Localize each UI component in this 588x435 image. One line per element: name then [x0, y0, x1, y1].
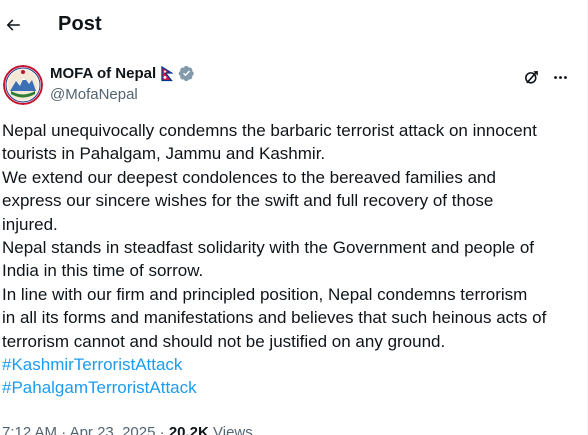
hashtag-link[interactable]: #PahalgamTerroristAttack: [2, 376, 584, 399]
grok-icon: [524, 70, 538, 84]
views-label: Views: [213, 424, 253, 435]
hashtag-link[interactable]: #KashmirTerroristAttack: [2, 353, 584, 376]
author-name-row: MOFA of Nepal: [50, 65, 195, 82]
mofa-emblem-icon: [3, 65, 43, 105]
post-text-line: terrorism cannot and should not be justi…: [2, 331, 446, 351]
arrow-left-icon: [6, 19, 20, 31]
post-text-line: India in this time of sorrow.: [2, 261, 204, 281]
top-bar: Post: [0, 0, 587, 52]
back-button[interactable]: [2, 12, 24, 38]
more-icon: [553, 75, 567, 79]
author-handle[interactable]: @MofaNepal: [50, 86, 138, 103]
verified-badge-icon[interactable]: [178, 65, 195, 82]
post-text-line: in all its forms and manifestations and …: [2, 308, 547, 328]
post-date[interactable]: Apr 23, 2025: [70, 424, 156, 435]
grok-button[interactable]: [520, 66, 542, 88]
post-metadata: 7:12 AM · Apr 23, 2025 · 20.2K Views: [2, 424, 253, 435]
post-text-line: injured.: [2, 214, 58, 234]
post-time[interactable]: 7:12 AM: [2, 424, 57, 435]
post-text-line: express our sincere wishes for the swift…: [2, 191, 494, 211]
page-title: Post: [58, 13, 102, 35]
post-author: MOFA of Nepal @MofaNepal: [0, 62, 587, 106]
post-page: Post MOFA of Nepal @MofaNepal Nepal uneq…: [0, 0, 588, 435]
post-text-line: Nepal stands in steadfast solidarity wit…: [2, 238, 535, 258]
meta-separator: ·: [159, 424, 165, 435]
post-text-line: In line with our firm and principled pos…: [2, 284, 528, 304]
author-display-name[interactable]: MOFA of Nepal: [50, 65, 156, 82]
post-text-line: tourists in Pahalgam, Jammu and Kashmir.: [2, 144, 326, 164]
meta-separator: ·: [61, 424, 67, 435]
post-text: Nepal unequivocally condemns the barbari…: [2, 119, 584, 400]
nepal-flag-icon: [161, 65, 174, 82]
post-text-line: Nepal unequivocally condemns the barbari…: [2, 121, 537, 140]
post-text-line: We extend our deepest condolences to the…: [2, 167, 496, 187]
more-options-button[interactable]: [549, 66, 571, 88]
avatar[interactable]: [3, 65, 43, 105]
views-count: 20.2K: [168, 424, 209, 435]
